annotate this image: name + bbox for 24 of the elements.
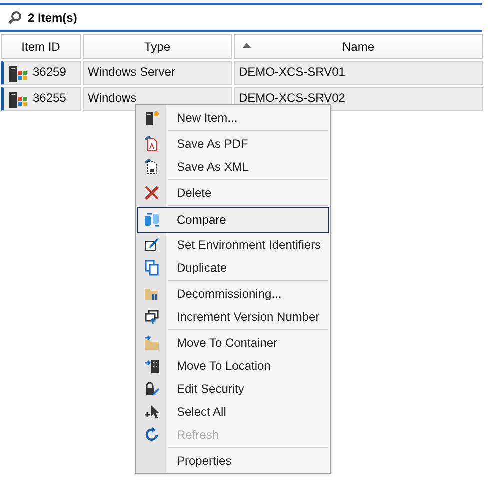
menu-item[interactable]: Delete xyxy=(137,181,329,204)
table-cell: 36255 xyxy=(33,91,66,105)
menu-item[interactable]: Edit Security xyxy=(137,377,329,400)
menu-item[interactable]: Duplicate xyxy=(137,256,329,279)
table-cell: DEMO-XCS-SRV02 xyxy=(239,91,346,105)
column-header[interactable]: Name xyxy=(234,34,483,59)
menu-item[interactable]: Decommissioning... xyxy=(137,282,329,305)
table-cell: 36259 xyxy=(33,65,66,79)
menu-item[interactable]: Select All xyxy=(137,400,329,423)
column-header[interactable]: Type xyxy=(83,34,232,59)
menu-item[interactable]: Set Environment Identifiers xyxy=(137,233,329,256)
menu-item[interactable]: Properties xyxy=(137,449,329,472)
menu-item[interactable]: Save As PDF xyxy=(137,132,329,155)
column-header[interactable]: Item ID xyxy=(1,34,81,59)
menu-item[interactable]: Move To Container xyxy=(137,331,329,354)
menu-item[interactable]: Compare xyxy=(137,207,329,233)
item-count: 2 Item(s) xyxy=(28,10,78,24)
table-cell: Windows xyxy=(88,91,137,105)
menu-item[interactable]: Move To Location xyxy=(137,354,329,377)
table-cell: DEMO-XCS-SRV01 xyxy=(239,65,346,79)
menu-item[interactable]: Save As XML xyxy=(137,155,329,178)
menu-item[interactable]: Increment Version Number xyxy=(137,305,329,328)
table-cell: Windows Server xyxy=(88,65,176,79)
menu-item[interactable]: New Item... xyxy=(137,106,329,129)
